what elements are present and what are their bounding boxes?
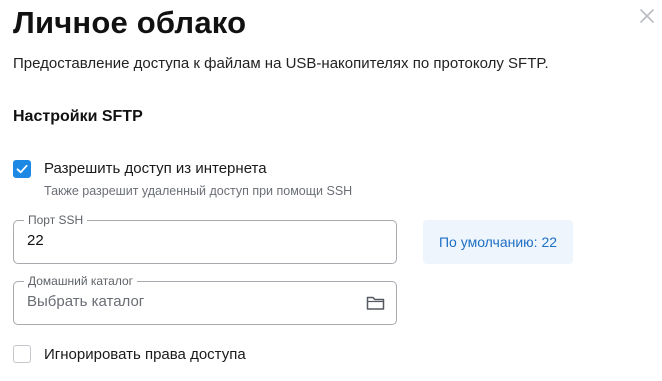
ignore-permissions-checkbox[interactable] [13,345,31,363]
ignore-permissions-label[interactable]: Игнорировать права доступа [44,346,246,363]
dialog-description: Предоставление доступа к файлам на USB-н… [13,55,549,72]
checkmark-icon [16,164,28,174]
ssh-port-label: Порт SSH [24,212,88,228]
browse-folder-button[interactable] [366,294,385,312]
internet-access-checkbox[interactable] [13,160,31,178]
internet-access-hint: Также разрешит удаленный доступ при помо… [44,184,353,198]
close-button[interactable] [636,5,658,27]
section-title-sftp: Настройки SFTP [13,108,143,125]
home-directory-input[interactable] [27,293,347,310]
dialog-title: Личное облако [13,5,247,40]
folder-icon [366,296,385,310]
close-icon [640,9,654,23]
internet-access-label[interactable]: Разрешить доступ из интернета [44,160,267,177]
ssh-port-input[interactable] [27,232,347,249]
ssh-port-field: Порт SSH [13,212,397,264]
home-directory-field: Домашний каталог [13,273,397,325]
home-directory-label: Домашний каталог [24,273,137,289]
ssh-port-default-hint: По умолчанию: 22 [423,220,573,264]
